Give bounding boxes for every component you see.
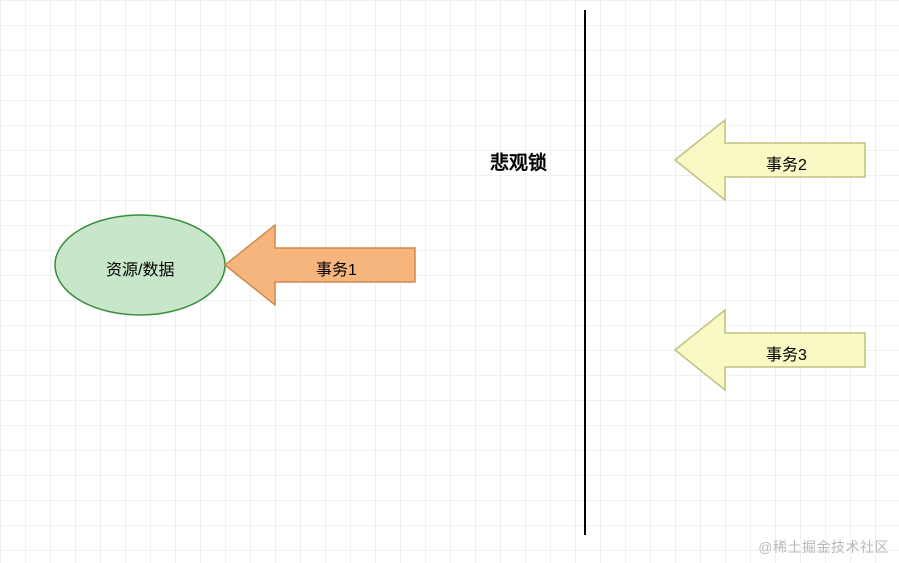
title-label: 悲观锁 — [490, 148, 547, 175]
resource-label: 资源/数据 — [106, 256, 174, 280]
arrow3-label: 事务3 — [766, 341, 807, 365]
arrow1-label: 事务1 — [316, 256, 357, 280]
diagram-canvas: 悲观锁 资源/数据 事务1 事务2 事务3 @稀土掘金技术社区 — [0, 0, 899, 563]
watermark-text: @稀土掘金技术社区 — [758, 537, 889, 557]
arrow2-label: 事务2 — [766, 151, 807, 175]
diagram-svg — [0, 0, 899, 563]
